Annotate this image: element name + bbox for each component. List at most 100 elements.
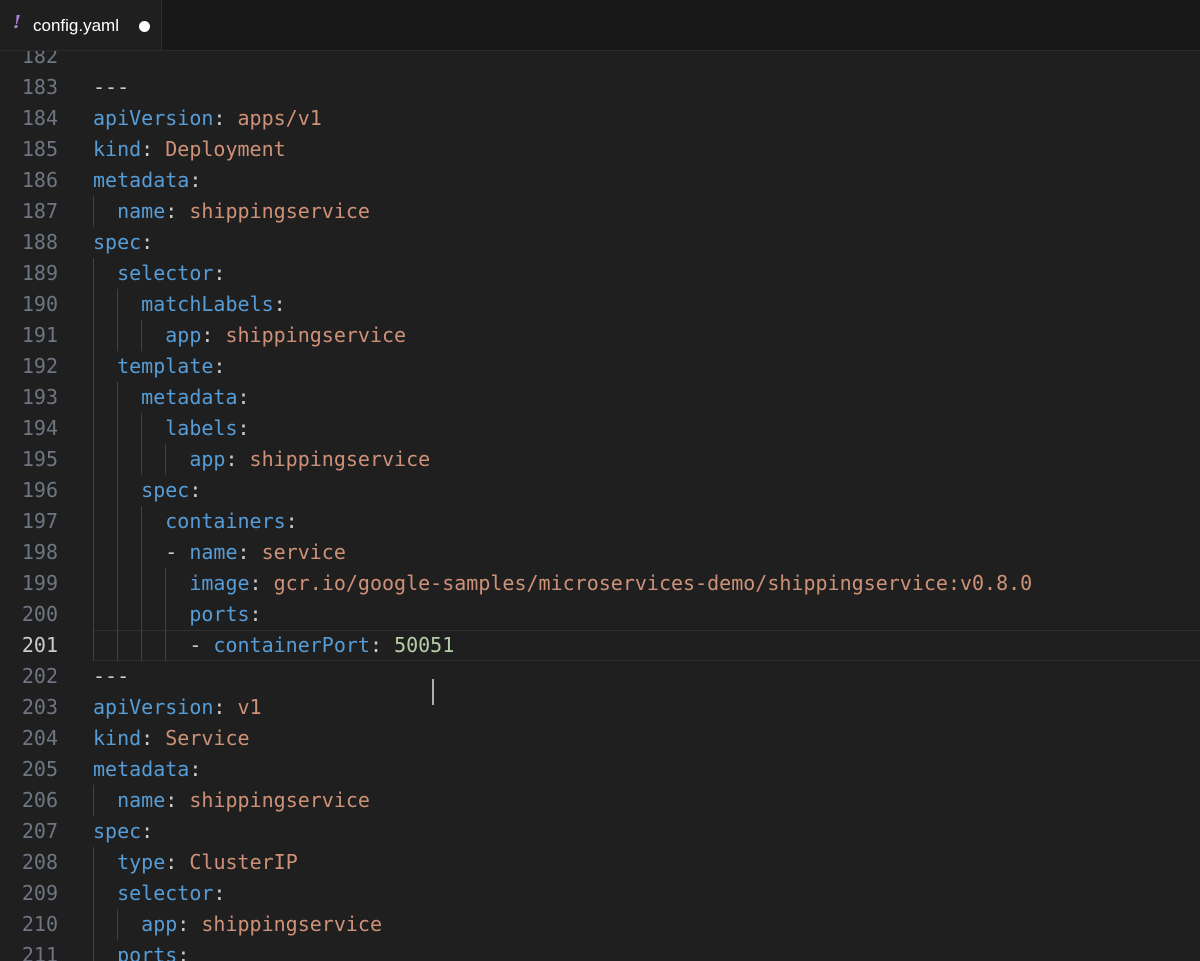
line-code: - name: service <box>93 537 346 568</box>
code-line[interactable]: 202 --- <box>0 661 1200 692</box>
code-line[interactable]: 190 matchLabels: <box>0 289 1200 320</box>
line-number: 206 <box>21 788 58 812</box>
code-token: : <box>165 788 190 812</box>
code-line[interactable]: 200 ports: <box>0 599 1200 630</box>
code-token: : <box>369 633 395 657</box>
line-number: 186 <box>21 168 58 192</box>
code-token: type <box>117 850 166 874</box>
code-line[interactable]: 193 metadata: <box>0 382 1200 413</box>
code-editor[interactable]: 182 183 --- 184 apiVersion: apps/v1 185 kind: … <box>0 51 1200 961</box>
code-token: shippingservice <box>201 912 383 936</box>
code-line[interactable]: 189 selector: <box>0 258 1200 289</box>
code-token: name <box>189 540 238 564</box>
code-line[interactable]: 210 app: shippingservice <box>0 909 1200 940</box>
code-token: matchLabels <box>141 292 274 316</box>
line-number: 198 <box>21 540 58 564</box>
code-line[interactable]: 186 metadata: <box>0 165 1200 196</box>
code-token: kind <box>93 726 142 750</box>
code-token: app <box>165 323 202 347</box>
line-number: 192 <box>21 354 58 378</box>
line-code: spec: <box>93 227 153 258</box>
line-code: template: <box>93 351 225 382</box>
code-token: containerPort <box>213 633 370 657</box>
line-code: --- <box>93 661 129 692</box>
code-line[interactable]: 206 name: shippingservice <box>0 785 1200 816</box>
code-line[interactable]: 207 spec: <box>0 816 1200 847</box>
code-line[interactable]: 204 kind: Service <box>0 723 1200 754</box>
code-line[interactable]: 199 image: gcr.io/google-samples/microse… <box>0 568 1200 599</box>
code-token: : <box>213 695 238 719</box>
code-line[interactable]: 208 type: ClusterIP <box>0 847 1200 878</box>
code-token: : <box>213 354 226 378</box>
line-number: 209 <box>21 881 58 905</box>
tab-config-yaml[interactable]: ! config.yaml <box>0 0 162 50</box>
line-code: - containerPort: 50051 <box>93 630 454 661</box>
code-token: metadata <box>141 385 238 409</box>
code-line[interactable]: 211 ports: <box>0 940 1200 961</box>
code-token: : <box>249 602 262 626</box>
line-code: --- <box>93 72 129 103</box>
line-code: type: ClusterIP <box>93 847 298 878</box>
code-token: spec <box>93 819 142 843</box>
editor-window: ! config.yaml 182 183 --- 184 apiVersion: ap… <box>0 0 1200 961</box>
code-line[interactable]: 185 kind: Deployment <box>0 134 1200 165</box>
line-code: name: shippingservice <box>93 785 370 816</box>
code-token: : <box>285 509 298 533</box>
code-token: labels <box>165 416 238 440</box>
line-number: 197 <box>21 509 58 533</box>
line-code: metadata: <box>93 165 201 196</box>
code-token: : <box>141 230 154 254</box>
code-token: : <box>165 199 190 223</box>
code-token: containers <box>165 509 286 533</box>
code-line[interactable]: 205 metadata: <box>0 754 1200 785</box>
code-token: shippingservice <box>189 788 370 812</box>
line-code: ports: <box>93 940 189 961</box>
code-line[interactable]: 194 labels: <box>0 413 1200 444</box>
code-line[interactable]: 203 apiVersion: v1 <box>0 692 1200 723</box>
line-code: selector: <box>93 878 225 909</box>
code-token: name <box>117 788 166 812</box>
line-code: metadata: <box>93 382 249 413</box>
code-line[interactable]: 197 containers: <box>0 506 1200 537</box>
code-line[interactable]: 201 - containerPort: 50051 <box>0 630 1200 661</box>
line-number: 182 <box>21 51 58 68</box>
unsaved-changes-dot-icon[interactable] <box>139 21 150 32</box>
code-line[interactable]: 184 apiVersion: apps/v1 <box>0 103 1200 134</box>
code-line[interactable]: 195 app: shippingservice <box>0 444 1200 475</box>
code-line[interactable]: 182 <box>0 51 1200 72</box>
code-token: apps/v1 <box>237 106 322 130</box>
code-token: shippingservice <box>225 323 407 347</box>
code-token: spec <box>141 478 190 502</box>
code-line[interactable]: 198 - name: service <box>0 537 1200 568</box>
code-line[interactable]: 183 --- <box>0 72 1200 103</box>
line-number: 204 <box>21 726 58 750</box>
line-code: app: shippingservice <box>93 444 430 475</box>
code-token: : <box>213 106 238 130</box>
code-line[interactable]: 209 selector: <box>0 878 1200 909</box>
code-token: metadata <box>93 168 190 192</box>
code-line[interactable]: 196 spec: <box>0 475 1200 506</box>
code-token: apiVersion <box>93 106 214 130</box>
line-number: 208 <box>21 850 58 874</box>
line-code: name: shippingservice <box>93 196 370 227</box>
code-line[interactable]: 191 app: shippingservice <box>0 320 1200 351</box>
line-code: selector: <box>93 258 225 289</box>
code-token: apiVersion <box>93 695 214 719</box>
line-number: 205 <box>21 757 58 781</box>
line-code: metadata: <box>93 754 201 785</box>
code-token: : <box>189 757 202 781</box>
line-code: ports: <box>93 599 262 630</box>
code-line[interactable]: 192 template: <box>0 351 1200 382</box>
line-code: image: gcr.io/google-samples/microservic… <box>93 568 1032 599</box>
code-line[interactable]: 188 spec: <box>0 227 1200 258</box>
line-code: matchLabels: <box>93 289 286 320</box>
code-line[interactable]: 187 name: shippingservice <box>0 196 1200 227</box>
line-code: app: shippingservice <box>93 320 406 351</box>
